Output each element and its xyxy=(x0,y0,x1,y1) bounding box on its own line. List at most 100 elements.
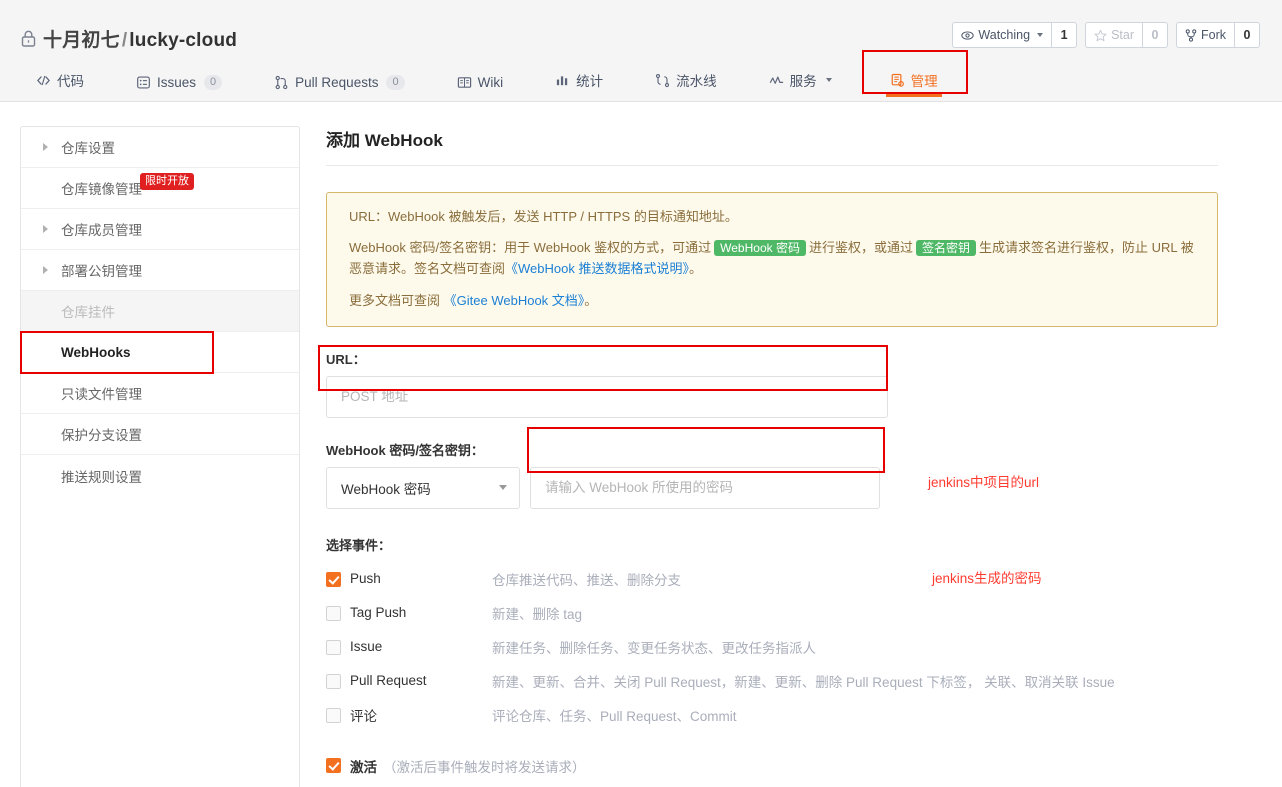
repo-name[interactable]: lucky-cloud xyxy=(129,30,237,51)
star-label: Star xyxy=(1111,28,1134,42)
notice-box: URL：WebHook 被触发后，发送 HTTP / HTTPS 的目标通知地址… xyxy=(326,192,1218,327)
fork-label: Fork xyxy=(1201,28,1226,42)
page-header: 十月初七 / lucky-cloud Watching 1 Star 0 For… xyxy=(0,0,1282,102)
tab-manage[interactable]: 管理 xyxy=(885,70,942,102)
tab-pipeline-label: 流水线 xyxy=(676,74,717,89)
page-title: 添加 WebHook xyxy=(326,126,1218,166)
tab-issues-label: Issues xyxy=(157,75,197,90)
event-row-comment: 评论 评论仓库、任务、Pull Request、Commit xyxy=(326,698,1262,732)
tab-pipeline[interactable]: 流水线 xyxy=(655,70,717,102)
notice-more-docs-a: 更多文档可查阅 xyxy=(349,292,441,308)
watching-button[interactable]: Watching xyxy=(952,22,1052,48)
active-tab-underline xyxy=(885,94,942,97)
chevron-down-icon xyxy=(499,485,507,491)
star-button-group[interactable]: Star 0 xyxy=(1085,22,1168,48)
events-label: 选择事件： xyxy=(326,537,392,553)
tab-manage-wrapper: 管理 xyxy=(861,50,968,102)
content-area: 仓库设置 仓库镜像管理 限时开放 仓库成员管理 部署公钥管理 仓库挂件 WebH… xyxy=(0,102,1282,787)
star-button[interactable]: Star xyxy=(1085,22,1142,48)
tab-issues[interactable]: Issues 0 xyxy=(136,75,223,102)
manage-icon xyxy=(891,73,904,87)
checkbox-event-issue[interactable] xyxy=(326,639,341,655)
sidebar-item-label: 只读文件管理 xyxy=(61,387,142,402)
notice-more-docs-b: 。 xyxy=(584,292,598,308)
event-desc: 新建、更新、合并、关闭 Pull Request，新建、更新、删除 Pull R… xyxy=(492,674,1115,690)
checkbox-event-comment[interactable] xyxy=(326,707,341,723)
sidebar-item-deploy-keys[interactable]: 部署公钥管理 xyxy=(21,250,299,291)
checkbox-event-pull-request[interactable] xyxy=(326,673,341,689)
secret-field-label: WebHook 密码/签名密钥： xyxy=(326,442,484,458)
sidebar-item-label: 保护分支设置 xyxy=(61,428,142,443)
activate-label: 激活 xyxy=(350,759,377,775)
sidebar-item-label: 仓库成员管理 xyxy=(61,223,142,238)
chevron-right-icon xyxy=(43,266,48,274)
checkbox-activate[interactable] xyxy=(326,758,341,774)
code-icon xyxy=(37,75,50,85)
sidebar-item-repo-members[interactable]: 仓库成员管理 xyxy=(21,209,299,250)
fork-count[interactable]: 0 xyxy=(1234,22,1260,48)
limited-time-badge: 限时开放 xyxy=(140,172,194,190)
secret-input[interactable] xyxy=(530,466,880,509)
chart-icon xyxy=(556,75,568,85)
secret-row: WebHook 密码 xyxy=(326,466,1262,509)
event-desc: 仓库推送代码、推送、删除分支 xyxy=(492,572,681,588)
repo-title-separator: / xyxy=(121,29,128,51)
main-panel: 添加 WebHook URL：WebHook 被触发后，发送 HTTP / HT… xyxy=(318,126,1262,787)
link-push-data-format-doc[interactable]: 《WebHook 推送数据格式说明》 xyxy=(505,261,689,276)
chevron-right-icon xyxy=(43,225,48,233)
url-input[interactable] xyxy=(326,375,888,418)
settings-sidebar: 仓库设置 仓库镜像管理 限时开放 仓库成员管理 部署公钥管理 仓库挂件 WebH… xyxy=(20,126,300,787)
event-name: Pull Request xyxy=(350,673,427,689)
notice-url-text: URL：WebHook 被触发后，发送 HTTP / HTTPS 的目标通知地址… xyxy=(349,209,738,224)
sidebar-item-readonly-files[interactable]: 只读文件管理 xyxy=(21,373,299,414)
header-actions: Watching 1 Star 0 Fork 0 xyxy=(952,22,1260,48)
sidebar-item-label: 推送规则设置 xyxy=(61,469,142,485)
pipeline-icon xyxy=(656,73,670,87)
sidebar-item-repo-widget: 仓库挂件 xyxy=(21,291,299,332)
fork-button-group[interactable]: Fork 0 xyxy=(1176,22,1260,48)
secret-type-select[interactable]: WebHook 密码 xyxy=(326,466,520,509)
url-field-label: URL： xyxy=(326,351,366,367)
notice-line-more-docs: 更多文档可查阅 《Gitee WebHook 文档》。 xyxy=(349,290,1197,311)
repo-owner[interactable]: 十月初七 xyxy=(43,30,120,51)
tab-pull-requests-count: 0 xyxy=(386,75,405,90)
notice-secret-part-d: 。 xyxy=(688,261,702,277)
event-row-tag-push: Tag Push 新建、删除 tag xyxy=(326,596,1262,630)
service-icon xyxy=(769,76,783,84)
tab-manage-label: 管理 xyxy=(910,74,938,89)
tab-wiki[interactable]: Wiki xyxy=(457,75,504,102)
sidebar-item-repo-settings[interactable]: 仓库设置 xyxy=(21,127,299,168)
sidebar-item-webhooks[interactable]: WebHooks xyxy=(20,331,299,374)
event-desc: 评论仓库、任务、Pull Request、Commit xyxy=(492,708,737,724)
watching-label: Watching xyxy=(978,28,1031,42)
checkbox-event-tag-push[interactable] xyxy=(326,605,341,621)
tab-code[interactable]: 代码 xyxy=(36,70,84,102)
fork-button[interactable]: Fork xyxy=(1176,22,1234,48)
eye-icon xyxy=(961,30,975,40)
watching-count[interactable]: 1 xyxy=(1051,22,1078,48)
sidebar-item-label: 仓库镜像管理 xyxy=(61,182,142,197)
activate-row: 激活 （激活后事件触发时将发送请求） xyxy=(326,756,1262,776)
chevron-down-icon xyxy=(1037,33,1044,37)
star-icon xyxy=(1094,29,1107,41)
star-count[interactable]: 0 xyxy=(1142,22,1168,48)
sidebar-item-protected-branches[interactable]: 保护分支设置 xyxy=(21,414,299,455)
tab-code-label: 代码 xyxy=(57,74,84,89)
event-desc: 新建、删除 tag xyxy=(492,606,583,622)
event-name: Push xyxy=(350,571,381,587)
checkbox-event-push[interactable] xyxy=(326,571,341,587)
watch-button-group[interactable]: Watching 1 xyxy=(952,22,1078,48)
tab-services[interactable]: 服务 xyxy=(769,70,832,102)
sidebar-item-label: 部署公钥管理 xyxy=(61,264,142,279)
notice-secret-part-b: 进行鉴权，或通过 xyxy=(808,240,913,256)
activate-hint: （激活后事件触发时将发送请求） xyxy=(383,759,586,775)
lock-icon xyxy=(20,29,37,48)
sidebar-item-push-rules[interactable]: 推送规则设置 xyxy=(21,455,299,496)
link-gitee-webhook-doc[interactable]: 《Gitee WebHook 文档》 xyxy=(444,293,585,308)
sidebar-item-label: WebHooks xyxy=(61,344,131,360)
event-row-push: Push 仓库推送代码、推送、删除分支 xyxy=(326,562,1262,596)
tab-wiki-label: Wiki xyxy=(477,75,504,90)
tab-statistics[interactable]: 统计 xyxy=(555,70,603,102)
sidebar-item-repo-mirror[interactable]: 仓库镜像管理 限时开放 xyxy=(21,168,299,209)
tab-pull-requests[interactable]: Pull Requests 0 xyxy=(274,75,405,102)
